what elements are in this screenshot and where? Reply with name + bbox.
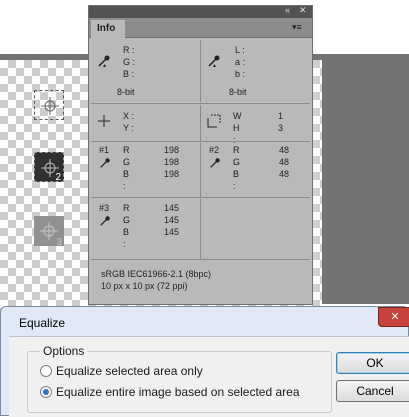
- b-label: B :: [123, 227, 130, 249]
- dialog-title: Equalize: [19, 316, 66, 330]
- wh-readout: W : 1 H : 3: [233, 110, 303, 145]
- b-label: B :: [233, 169, 240, 191]
- h-label: H :: [233, 123, 240, 145]
- r-value: 48: [278, 145, 289, 155]
- equalize-dialog: Equalize ✕ Options Equalize selected are…: [0, 306, 409, 417]
- document-size-text: 10 px x 10 px (72 ppi): [101, 281, 188, 291]
- close-panel-icon[interactable]: ✕: [299, 5, 307, 16]
- lab-label-a: a :: [235, 57, 246, 67]
- option-label: Equalize entire image based on selected …: [56, 385, 300, 399]
- xy-readout: X : Y :: [123, 110, 134, 134]
- document-info-footer: sRGB IEC61966-2.1 (8bpc) 10 px x 10 px (…: [101, 268, 211, 292]
- radio-button-selected[interactable]: [40, 386, 52, 398]
- color-sampler-3[interactable]: 3: [34, 216, 64, 248]
- lab-readout: L : a : b :: [235, 44, 245, 80]
- b-value: 198: [163, 169, 179, 179]
- option-label: Equalize selected area only: [56, 364, 203, 378]
- sampler-id: #2: [209, 145, 220, 155]
- x-label: X :: [123, 111, 135, 121]
- close-icon[interactable]: ✕: [378, 307, 409, 327]
- rgb-label-b: B :: [123, 69, 135, 79]
- options-group: Options Equalize selected area only Equa…: [27, 344, 332, 413]
- w-value: 1: [277, 111, 283, 121]
- tab-info[interactable]: Info: [91, 20, 125, 39]
- eyedropper-icon[interactable]: [209, 157, 221, 169]
- rgb-label-g: G :: [123, 57, 136, 67]
- panel-tab-bar: Info ▾≡: [89, 18, 312, 39]
- selection-size-icon: [207, 114, 221, 128]
- column-divider: [200, 199, 201, 259]
- collapse-panel-icon[interactable]: «: [285, 5, 290, 15]
- column-divider: [200, 143, 201, 197]
- ok-button[interactable]: OK: [336, 352, 409, 374]
- sampler-1-readout: #1 R : G : B : 198 198 198: [99, 144, 199, 194]
- r-value: 145: [163, 203, 179, 213]
- eyedropper-icon[interactable]: [99, 215, 111, 227]
- rgb-label-r: R :: [123, 45, 135, 55]
- sampler-number: 3: [56, 237, 62, 248]
- section-divider: [91, 259, 310, 260]
- lab-label-l: L :: [235, 45, 245, 55]
- color-profile-text: sRGB IEC61966-2.1 (8bpc): [101, 269, 212, 279]
- g-value: 145: [163, 215, 179, 225]
- eyedropper-icon[interactable]: [97, 54, 111, 68]
- b-value: 48: [278, 169, 289, 179]
- eyedropper-icon[interactable]: [207, 54, 221, 68]
- crosshair-icon: [98, 115, 110, 127]
- y-label: Y :: [123, 123, 134, 133]
- section-divider: [91, 197, 310, 198]
- info-panel: « ✕ Info ▾≡ R : G : B : 8-bit L : a : b …: [88, 5, 313, 305]
- b-value: 145: [163, 227, 179, 237]
- cancel-button[interactable]: Cancel: [336, 380, 409, 402]
- column-divider: [200, 40, 201, 102]
- b-label: B :: [123, 169, 130, 191]
- rgb-bit-depth: 8-bit: [117, 87, 135, 97]
- options-group-label: Options: [40, 344, 88, 358]
- lab-bit-depth: 8-bit: [229, 87, 247, 97]
- g-value: 48: [278, 157, 289, 167]
- sampler-number: 2: [55, 172, 61, 183]
- rgb-readout: R : G : B :: [123, 44, 135, 80]
- option-entire-image[interactable]: Equalize entire image based on selected …: [40, 385, 300, 399]
- dialog-body: Options Equalize selected area only Equa…: [9, 336, 409, 417]
- panel-titlebar[interactable]: « ✕: [89, 5, 312, 18]
- r-value: 198: [163, 145, 179, 155]
- h-value: 3: [277, 123, 283, 133]
- sampler-crosshair-icon: [41, 97, 59, 115]
- section-divider: [91, 103, 310, 104]
- radio-button[interactable]: [40, 365, 52, 377]
- sampler-id: #1: [99, 145, 110, 155]
- sampler-2-readout: #2 R : G : B : 48 48 48: [209, 144, 309, 194]
- eyedropper-icon[interactable]: [99, 157, 111, 169]
- color-sampler-2[interactable]: 2: [34, 152, 64, 183]
- g-value: 198: [163, 157, 179, 167]
- section-divider: [91, 141, 310, 142]
- option-selected-area-only[interactable]: Equalize selected area only: [40, 364, 203, 378]
- panel-menu-icon[interactable]: ▾≡: [292, 22, 306, 32]
- lab-label-b: b :: [235, 69, 246, 79]
- color-sampler-1[interactable]: [34, 90, 64, 120]
- sampler-id: #3: [99, 203, 110, 213]
- sampler-3-readout: #3 R : G : B : 145 145 145: [99, 202, 199, 252]
- column-divider: [200, 105, 201, 141]
